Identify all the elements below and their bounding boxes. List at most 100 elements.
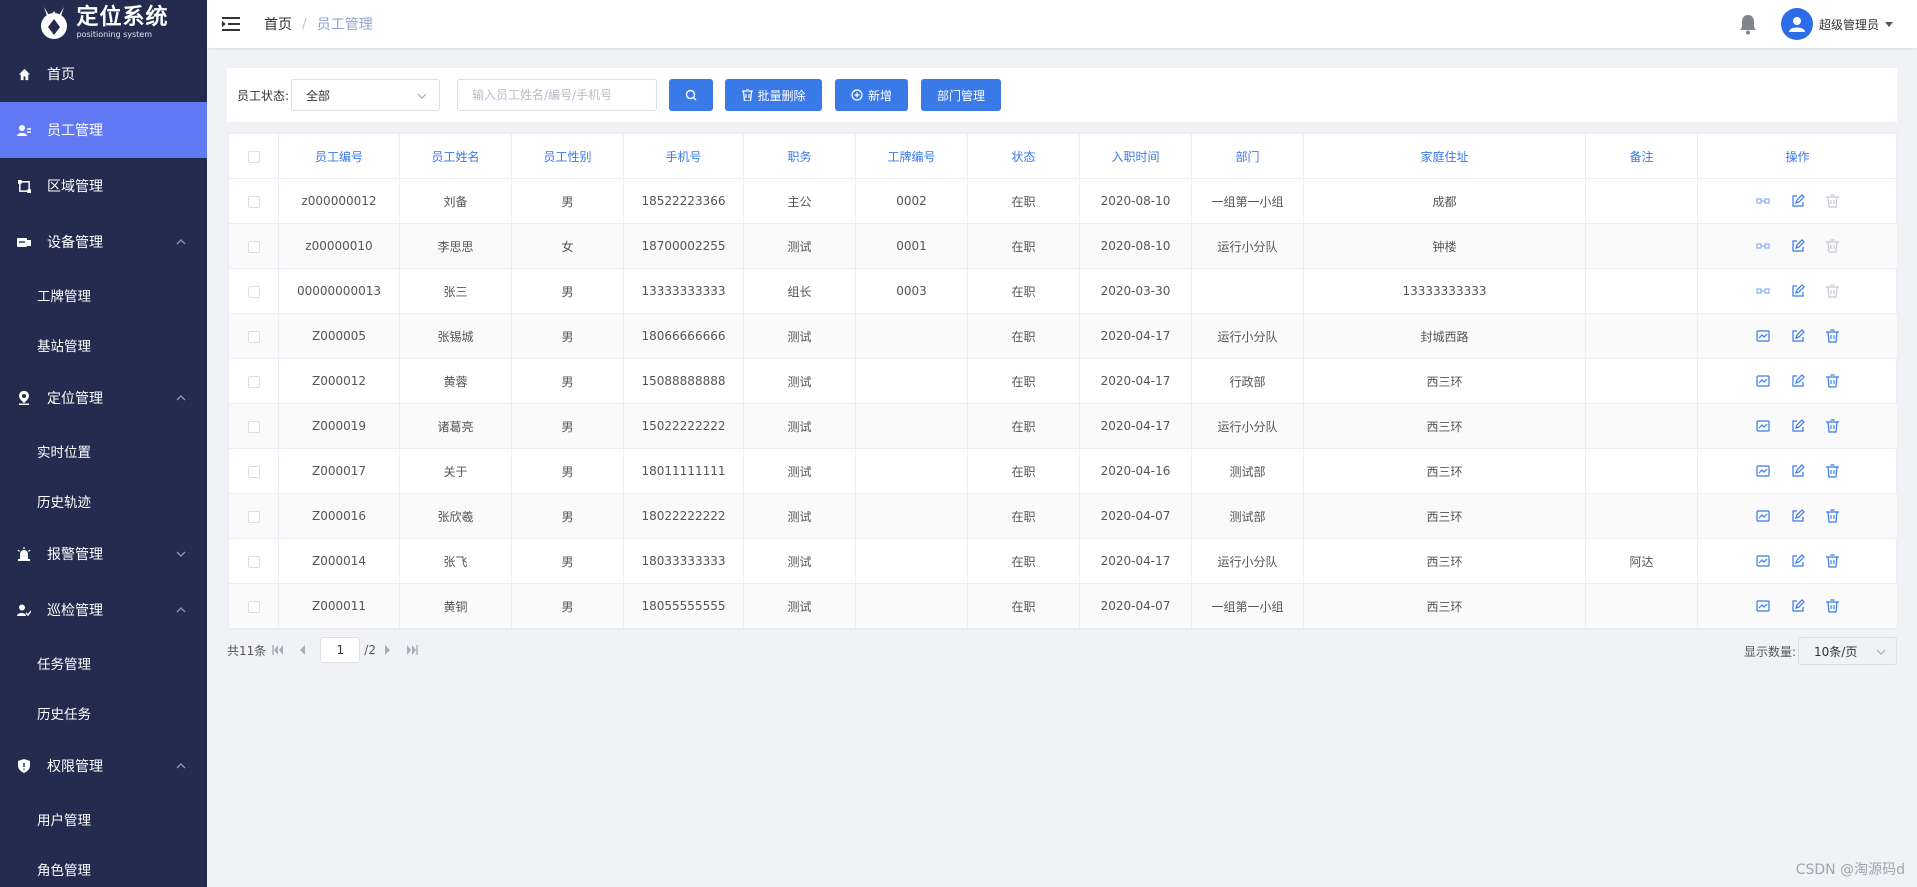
row-checkbox-cell xyxy=(228,448,279,494)
menu-fold-icon[interactable] xyxy=(222,16,240,32)
delete-icon[interactable] xyxy=(1825,373,1840,389)
edit-icon[interactable] xyxy=(1790,238,1805,254)
row-checkbox[interactable] xyxy=(247,285,260,298)
first-page-icon[interactable] xyxy=(271,643,285,657)
sidebar-item-history-tasks[interactable]: 历史任务 xyxy=(0,688,207,738)
status-select[interactable]: 全部 xyxy=(291,79,441,111)
breadcrumb-home[interactable]: 首页 xyxy=(264,14,292,34)
sidebar-item-users[interactable]: 用户管理 xyxy=(0,794,207,844)
dept-manage-button[interactable]: 部门管理 xyxy=(921,79,1002,111)
column-header[interactable]: 员工编号 xyxy=(278,133,400,179)
bell-icon[interactable] xyxy=(1737,13,1759,35)
column-header[interactable]: 状态 xyxy=(967,133,1080,179)
sidebar-item-positioning[interactable]: 定位管理 xyxy=(0,370,207,426)
column-header[interactable]: 备注 xyxy=(1585,133,1698,179)
bind-badge-icon[interactable] xyxy=(1755,509,1770,524)
row-checkbox[interactable] xyxy=(247,375,260,388)
row-checkbox[interactable] xyxy=(247,465,260,478)
edit-icon[interactable] xyxy=(1790,283,1805,299)
row-checkbox[interactable] xyxy=(247,600,260,613)
sidebar-item-alarms[interactable]: 报警管理 xyxy=(0,526,207,582)
bind-badge-icon[interactable] xyxy=(1755,599,1770,614)
row-checkbox-cell xyxy=(228,223,279,269)
next-page-icon[interactable] xyxy=(381,643,395,657)
column-header[interactable]: 员工性别 xyxy=(511,133,624,179)
page-size-select[interactable]: 10条/页 xyxy=(1798,637,1897,665)
unbind-link-icon[interactable] xyxy=(1755,194,1770,209)
column-header[interactable]: 员工姓名 xyxy=(399,133,512,179)
delete-icon[interactable] xyxy=(1825,553,1840,569)
pagination: 共11条 /2 xyxy=(227,637,424,663)
sidebar-item-realtime[interactable]: 实时位置 xyxy=(0,426,207,476)
row-checkbox[interactable] xyxy=(247,330,260,343)
batch-delete-button[interactable]: 批量删除 xyxy=(725,79,823,111)
edit-icon[interactable] xyxy=(1790,553,1805,569)
sidebar-item-stations[interactable]: 基站管理 xyxy=(0,320,207,370)
row-checkbox[interactable] xyxy=(247,510,260,523)
edit-icon[interactable] xyxy=(1790,328,1805,344)
bind-badge-icon[interactable] xyxy=(1755,554,1770,569)
department-cell: 测试部 xyxy=(1191,493,1304,539)
edit-icon[interactable] xyxy=(1790,193,1805,209)
bind-badge-icon[interactable] xyxy=(1755,329,1770,344)
delete-icon[interactable] xyxy=(1825,238,1840,254)
address-cell: 西三环 xyxy=(1303,403,1586,449)
delete-icon[interactable] xyxy=(1825,508,1840,524)
column-header[interactable]: 手机号 xyxy=(623,133,744,179)
edit-icon[interactable] xyxy=(1790,418,1805,434)
position-cell: 主公 xyxy=(743,178,856,224)
delete-icon[interactable] xyxy=(1825,598,1840,614)
sidebar-item-employees[interactable]: 员工管理 xyxy=(0,102,207,158)
prev-page-icon[interactable] xyxy=(295,643,309,657)
actions-cell xyxy=(1697,403,1898,449)
last-page-icon[interactable] xyxy=(405,643,419,657)
status-cell: 在职 xyxy=(967,358,1080,404)
sidebar-item-home[interactable]: 首页 xyxy=(0,46,207,102)
add-button[interactable]: 新增 xyxy=(835,79,909,111)
user-menu[interactable]: 超级管理员 xyxy=(1780,8,1893,40)
row-checkbox[interactable] xyxy=(247,240,260,253)
bind-badge-icon[interactable] xyxy=(1755,464,1770,479)
search-button[interactable] xyxy=(669,79,714,111)
employee-id-cell: Z000012 xyxy=(278,358,400,404)
column-header[interactable]: 家庭住址 xyxy=(1303,133,1586,179)
page-input[interactable] xyxy=(320,637,361,663)
unbind-link-icon[interactable] xyxy=(1755,284,1770,299)
sidebar-item-badges[interactable]: 工牌管理 xyxy=(0,270,207,320)
column-header[interactable]: 部门 xyxy=(1191,133,1304,179)
unbind-link-icon[interactable] xyxy=(1755,239,1770,254)
status-cell: 在职 xyxy=(967,583,1080,629)
delete-icon[interactable] xyxy=(1825,193,1840,209)
badge-id-cell xyxy=(855,493,968,539)
sidebar-item-roles[interactable]: 角色管理 xyxy=(0,844,207,887)
remark-cell xyxy=(1585,268,1698,314)
row-checkbox[interactable] xyxy=(247,555,260,568)
row-checkbox[interactable] xyxy=(247,420,260,433)
edit-icon[interactable] xyxy=(1790,598,1805,614)
sidebar-item-permissions[interactable]: 权限管理 xyxy=(0,738,207,794)
hire-date-cell: 2020-04-07 xyxy=(1079,493,1192,539)
column-header[interactable]: 入职时间 xyxy=(1079,133,1192,179)
bind-badge-icon[interactable] xyxy=(1755,419,1770,434)
sidebar-item-history-track[interactable]: 历史轨迹 xyxy=(0,476,207,526)
edit-icon[interactable] xyxy=(1790,463,1805,479)
remark-cell xyxy=(1585,493,1698,539)
column-header[interactable]: 职务 xyxy=(743,133,856,179)
sidebar-item-areas[interactable]: 区域管理 xyxy=(0,158,207,214)
edit-icon[interactable] xyxy=(1790,508,1805,524)
bind-badge-icon[interactable] xyxy=(1755,374,1770,389)
sidebar-item-inspection[interactable]: 巡检管理 xyxy=(0,582,207,638)
sidebar-item-tasks[interactable]: 任务管理 xyxy=(0,638,207,688)
delete-icon[interactable] xyxy=(1825,328,1840,344)
delete-icon[interactable] xyxy=(1825,463,1840,479)
search-input[interactable] xyxy=(457,79,658,111)
select-all-checkbox[interactable] xyxy=(247,150,260,163)
row-checkbox[interactable] xyxy=(247,195,260,208)
delete-icon[interactable] xyxy=(1825,283,1840,299)
status-filter-label: 员工状态: xyxy=(237,88,290,103)
column-header[interactable]: 工牌编号 xyxy=(855,133,968,179)
delete-icon[interactable] xyxy=(1825,418,1840,434)
sidebar-item-devices[interactable]: 设备管理 xyxy=(0,214,207,270)
edit-icon[interactable] xyxy=(1790,373,1805,389)
employee-id-cell: Z000011 xyxy=(278,583,400,629)
